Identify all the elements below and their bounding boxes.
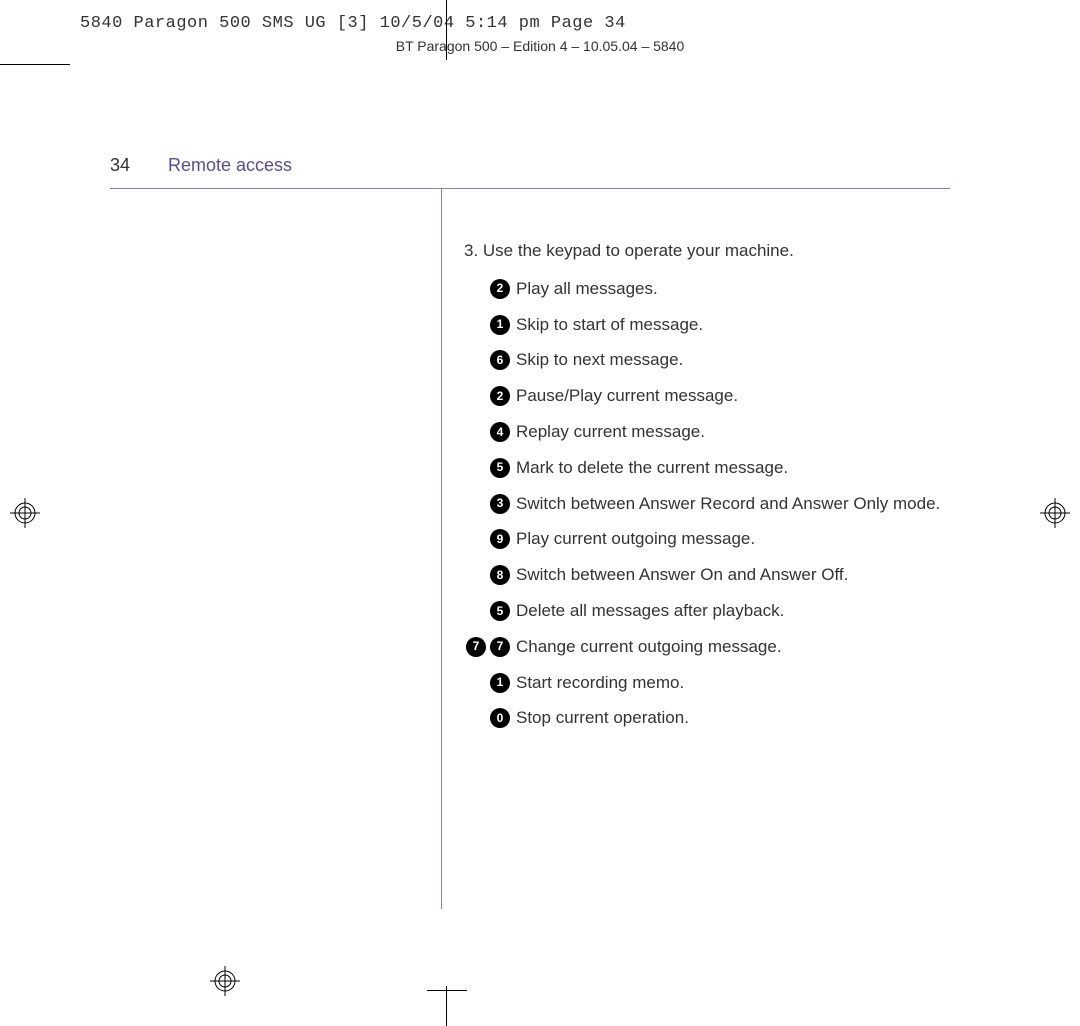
keypad-key-icon: 9 <box>490 529 510 549</box>
keypad-instruction-text: Play all messages. <box>516 277 950 301</box>
keypad-key-icon: 4 <box>490 422 510 442</box>
keypad-instruction-row: 4 Replay current message. <box>464 420 950 444</box>
key-icons-group: 2 <box>486 384 510 406</box>
keypad-instructions-list: 2 Play all messages. 1 Skip to start of mes… <box>464 277 950 730</box>
print-slug-header: 5840 Paragon 500 SMS UG [3] 10/5/04 5:14… <box>80 14 626 33</box>
keypad-instruction-row: 0 Stop current operation. <box>464 706 950 730</box>
keypad-instruction-row: 1 Start recording memo. <box>464 671 950 695</box>
keypad-instruction-row: 8 Switch between Answer On and Answer Off… <box>464 563 950 587</box>
keypad-instruction-text: Switch between Answer Record and Answer … <box>516 492 950 516</box>
keypad-instruction-row: 6 Skip to next message. <box>464 348 950 372</box>
keypad-instruction-text: Skip to next message. <box>516 348 950 372</box>
keypad-instruction-row: 77 Change current outgoing message. <box>464 635 950 659</box>
keypad-key-icon: 3 <box>490 494 510 514</box>
page-content: 34 Remote access 3. Use the keypad to op… <box>110 155 950 909</box>
keypad-key-icon: 7 <box>490 637 510 657</box>
registration-mark-icon <box>10 498 40 528</box>
keypad-instruction-text: Change current outgoing message. <box>516 635 950 659</box>
keypad-key-icon: 2 <box>490 279 510 299</box>
keypad-key-icon: 6 <box>490 350 510 370</box>
keypad-instruction-row: 5 Delete all messages after playback. <box>464 599 950 623</box>
registration-mark-icon <box>210 966 240 996</box>
crop-mark <box>427 990 467 991</box>
keypad-instruction-row: 2 Pause/Play current message. <box>464 384 950 408</box>
keypad-instruction-text: Skip to start of message. <box>516 313 950 337</box>
key-icons-group: 2 <box>486 277 510 299</box>
crop-mark <box>446 0 447 60</box>
keypad-instruction-text: Replay current message. <box>516 420 950 444</box>
keypad-instruction-row: 2 Play all messages. <box>464 277 950 301</box>
page-number: 34 <box>110 155 168 176</box>
keypad-key-icon: 5 <box>490 601 510 621</box>
page-header: 34 Remote access <box>110 155 950 189</box>
key-icons-group: 5 <box>486 456 510 478</box>
keypad-instruction-text: Mark to delete the current message. <box>516 456 950 480</box>
right-column: 3. Use the keypad to operate your machin… <box>442 189 950 909</box>
keypad-instruction-row: 1 Skip to start of message. <box>464 313 950 337</box>
keypad-instruction-row: 9 Play current outgoing message. <box>464 527 950 551</box>
key-icons-group: 4 <box>486 420 510 442</box>
keypad-instruction-text: Start recording memo. <box>516 671 950 695</box>
keypad-key-icon: 8 <box>490 565 510 585</box>
section-title: Remote access <box>168 155 292 176</box>
content-columns: 3. Use the keypad to operate your machin… <box>110 189 950 909</box>
key-icons-group: 9 <box>486 527 510 549</box>
keypad-key-icon: 5 <box>490 458 510 478</box>
key-icons-group: 3 <box>486 492 510 514</box>
crop-mark <box>446 986 447 1026</box>
keypad-key-icon: 2 <box>490 386 510 406</box>
key-icons-group: 0 <box>486 706 510 728</box>
instruction-intro: 3. Use the keypad to operate your machin… <box>464 239 950 263</box>
keypad-instruction-row: 3 Switch between Answer Record and Answer… <box>464 492 950 516</box>
key-icons-group: 1 <box>486 313 510 335</box>
registration-mark-icon <box>1040 498 1070 528</box>
keypad-instruction-text: Delete all messages after playback. <box>516 599 950 623</box>
keypad-key-icon: 1 <box>490 315 510 335</box>
key-icons-group: 77 <box>462 635 510 657</box>
keypad-key-icon: 7 <box>466 637 486 657</box>
key-icons-group: 6 <box>486 348 510 370</box>
keypad-instruction-text: Switch between Answer On and Answer Off. <box>516 563 950 587</box>
left-column <box>110 189 442 909</box>
key-icons-group: 8 <box>486 563 510 585</box>
keypad-instruction-text: Stop current operation. <box>516 706 950 730</box>
keypad-instruction-text: Play current outgoing message. <box>516 527 950 551</box>
keypad-key-icon: 1 <box>490 673 510 693</box>
keypad-instruction-text: Pause/Play current message. <box>516 384 950 408</box>
keypad-key-icon: 0 <box>490 708 510 728</box>
keypad-instruction-row: 5 Mark to delete the current message. <box>464 456 950 480</box>
crop-mark <box>0 64 70 65</box>
key-icons-group: 5 <box>486 599 510 621</box>
key-icons-group: 1 <box>486 671 510 693</box>
print-slug-subheader: BT Paragon 500 – Edition 4 – 10.05.04 – … <box>0 38 1080 54</box>
